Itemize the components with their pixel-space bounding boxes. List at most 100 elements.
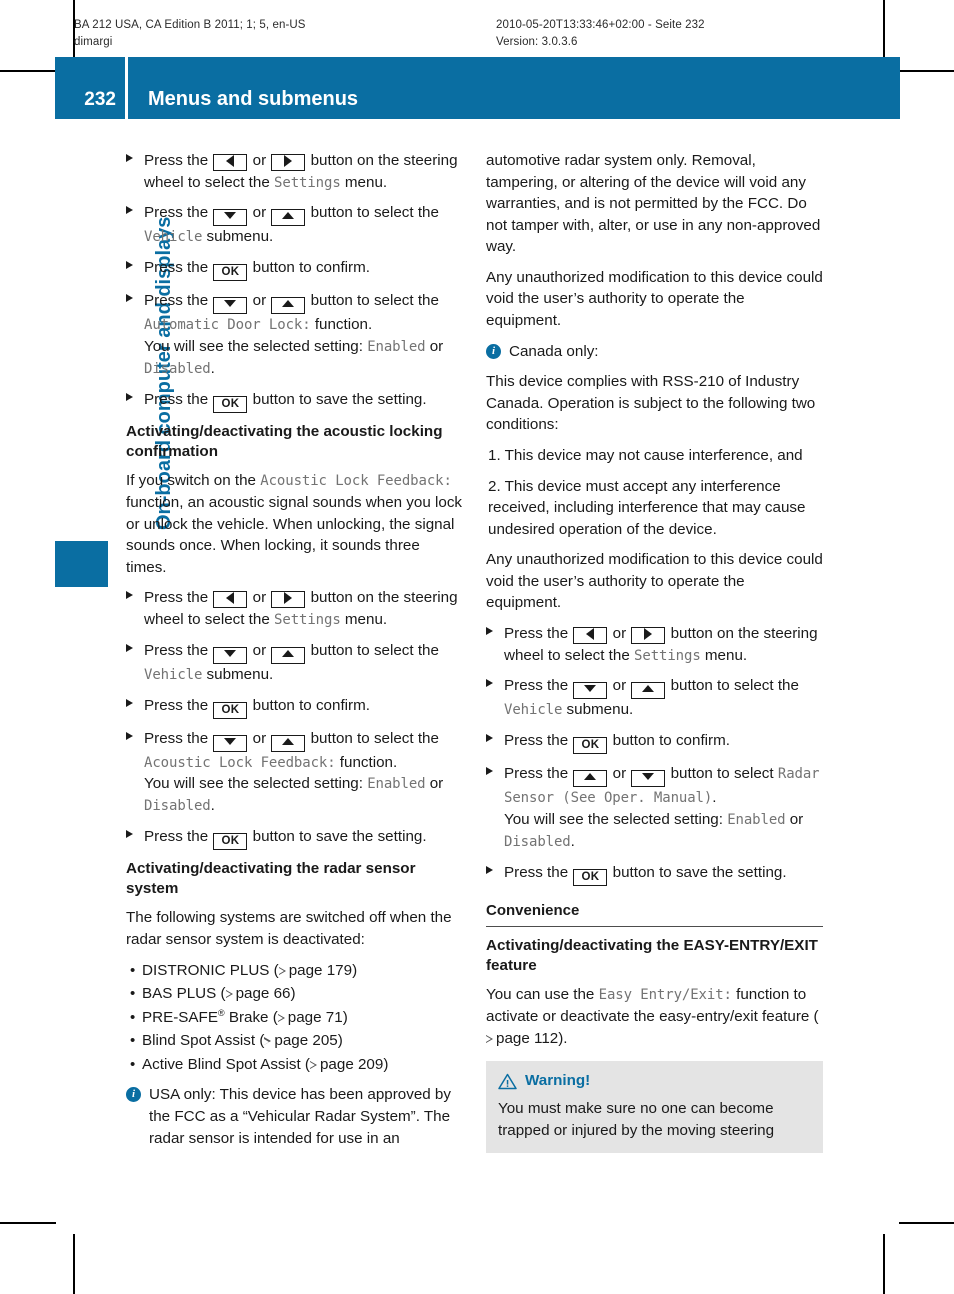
page-reference[interactable]: page 209 — [320, 1056, 383, 1073]
info-note-canada: i Canada only: — [486, 341, 823, 363]
arrow-up-button[interactable] — [573, 770, 608, 788]
arrow-down-button[interactable] — [213, 297, 248, 315]
arrow-up-button[interactable] — [271, 734, 306, 752]
step-item: Press the or button to select the Automa… — [126, 290, 463, 380]
setting-disabled: Disabled — [504, 834, 571, 851]
warning-body: You must make sure no one can become tra… — [498, 1099, 775, 1139]
arrow-down-icon — [224, 212, 237, 220]
acoustic-intro-paragraph: If you switch on the Acoustic Lock Feedb… — [126, 472, 463, 576]
running-head-right-line2: Version: 3.0.3.6 — [496, 35, 578, 48]
ok-button[interactable]: OK — [213, 395, 248, 413]
running-head-left-line1: BA 212 USA, CA Edition B 2011; 1; 5, en-… — [74, 19, 306, 31]
page-reference[interactable]: page 71 — [288, 1009, 343, 1026]
menu-name: Settings — [274, 174, 341, 191]
condition-item: 2. This device must accept any interfere… — [488, 477, 806, 538]
heading-easy-entry-exit: Activating/deactivating the EASY-ENTRY/E… — [486, 937, 818, 975]
arrow-up-button[interactable] — [271, 646, 306, 664]
ok-button[interactable]: OK — [213, 833, 248, 851]
arrow-up-icon — [282, 649, 295, 657]
arrow-down-button[interactable] — [573, 682, 608, 700]
ok-button[interactable]: OK — [213, 701, 248, 719]
ok-button[interactable]: OK — [573, 868, 608, 886]
list-item: • PRE-SAFE® Brake (page 71) — [126, 1007, 463, 1029]
page-number: 232 — [55, 57, 125, 119]
step-marker-icon — [126, 731, 133, 740]
arrow-right-button[interactable] — [631, 626, 666, 644]
function-name: Acoustic Lock Feedback: — [144, 754, 336, 771]
menu-name: Vehicle — [144, 229, 203, 246]
step-item: Press the OK button to confirm. — [126, 695, 463, 719]
menu-name: Settings — [274, 611, 341, 628]
page-reference[interactable]: page 205 — [274, 1032, 337, 1049]
running-head-left-line2: dimargi — [74, 35, 113, 48]
step-marker-icon — [486, 679, 493, 688]
chapter-tab-marker — [55, 541, 108, 587]
arrow-left-icon — [226, 592, 235, 605]
page-ref-icon — [309, 1060, 318, 1070]
step-item: Press the or button on the steering whee… — [126, 150, 463, 193]
crop-mark-bottom-left-v — [73, 1234, 75, 1294]
page-ref-icon — [486, 1034, 494, 1044]
page-reference[interactable]: page 66 — [236, 985, 291, 1002]
step-item: Press the or button to select Radar Sens… — [486, 763, 823, 853]
page-reference[interactable]: page 179 — [289, 962, 352, 979]
running-head-right-line1: 2010-05-20T13:33:46+02:00 - Seite 232 — [496, 19, 705, 31]
arrow-down-icon — [224, 649, 237, 657]
heading-acoustic-locking: Activating/deactivating the acoustic loc… — [126, 422, 443, 461]
arrow-right-button[interactable] — [271, 154, 306, 171]
step-item: Press the or button on the steering whee… — [126, 587, 463, 630]
ok-button[interactable]: OK — [573, 737, 608, 755]
step-item: Press the or button to select the Vehicl… — [126, 640, 463, 686]
step-marker-icon — [126, 591, 133, 600]
arrow-left-button[interactable] — [573, 626, 608, 644]
arrow-down-button[interactable] — [213, 646, 248, 664]
arrow-down-button[interactable] — [631, 770, 666, 788]
right-column: automotive radar system only. Removal, t… — [486, 150, 823, 1154]
step-marker-icon — [486, 865, 493, 874]
ok-button[interactable]: OK — [213, 264, 248, 282]
arrow-right-icon — [284, 155, 293, 167]
step-item: Press the OK button to save the setting. — [126, 826, 463, 851]
unauthorized-modification-1: Any unauthorized modification to this de… — [486, 268, 823, 330]
menu-name: Vehicle — [144, 666, 203, 683]
step-item: Press the OK button to confirm. — [126, 257, 463, 282]
arrow-left-button[interactable] — [213, 154, 248, 171]
function-name: Acoustic Lock Feedback: — [260, 473, 452, 490]
step-item: Press the or button on the steering whee… — [486, 623, 823, 666]
step-marker-icon — [126, 206, 133, 215]
step-item: Press the OK button to save the setting. — [126, 389, 463, 413]
bullet-icon: • — [130, 1032, 136, 1050]
list-item: • Blind Spot Assist (page 205) — [126, 1030, 463, 1052]
step-item: Press the or button to select the Vehicl… — [486, 675, 823, 721]
arrow-left-icon — [226, 155, 235, 167]
list-item: • Active Blind Spot Assist (page 209) — [126, 1054, 463, 1076]
step-marker-icon — [126, 154, 133, 162]
arrow-right-icon — [284, 592, 293, 605]
setting-enabled: Enabled — [367, 339, 426, 356]
running-head-right: 2010-05-20T13:33:46+02:00 - Seite 232 Ve… — [496, 17, 705, 50]
arrow-down-button[interactable] — [213, 209, 248, 227]
info-note-text: USA only: This device has been approved … — [149, 1086, 451, 1147]
bullet-icon: • — [130, 961, 136, 979]
arrow-right-button[interactable] — [271, 591, 306, 609]
step-marker-icon — [126, 643, 133, 652]
arrow-up-button[interactable] — [271, 297, 306, 315]
radar-intro-paragraph: The following systems are switched off w… — [126, 909, 452, 948]
page-reference[interactable]: page 112 — [496, 1030, 558, 1047]
left-column: Press the or button on the steering whee… — [126, 150, 463, 1158]
condition-item: 1. This device may not cause interferenc… — [488, 446, 803, 464]
step-item: Press the OK button to confirm. — [486, 730, 823, 755]
arrow-up-icon — [642, 685, 655, 693]
registered-mark: ® — [217, 1007, 225, 1018]
arrow-left-button[interactable] — [213, 591, 248, 609]
arrow-down-button[interactable] — [213, 734, 248, 752]
arrow-up-button[interactable] — [271, 209, 306, 227]
page-ref-icon — [278, 966, 287, 976]
crop-mark-bottom-right-v — [883, 1234, 885, 1294]
arrow-up-button[interactable] — [631, 682, 666, 700]
radar-systems-list: • DISTRONIC PLUS (page 179) • BAS PLUS (… — [126, 960, 463, 1076]
arrow-left-icon — [586, 627, 595, 640]
step-marker-icon — [126, 830, 133, 839]
step-item: Press the or button to select the Vehicl… — [126, 202, 463, 248]
running-head-left: BA 212 USA, CA Edition B 2011; 1; 5, en-… — [74, 17, 306, 50]
